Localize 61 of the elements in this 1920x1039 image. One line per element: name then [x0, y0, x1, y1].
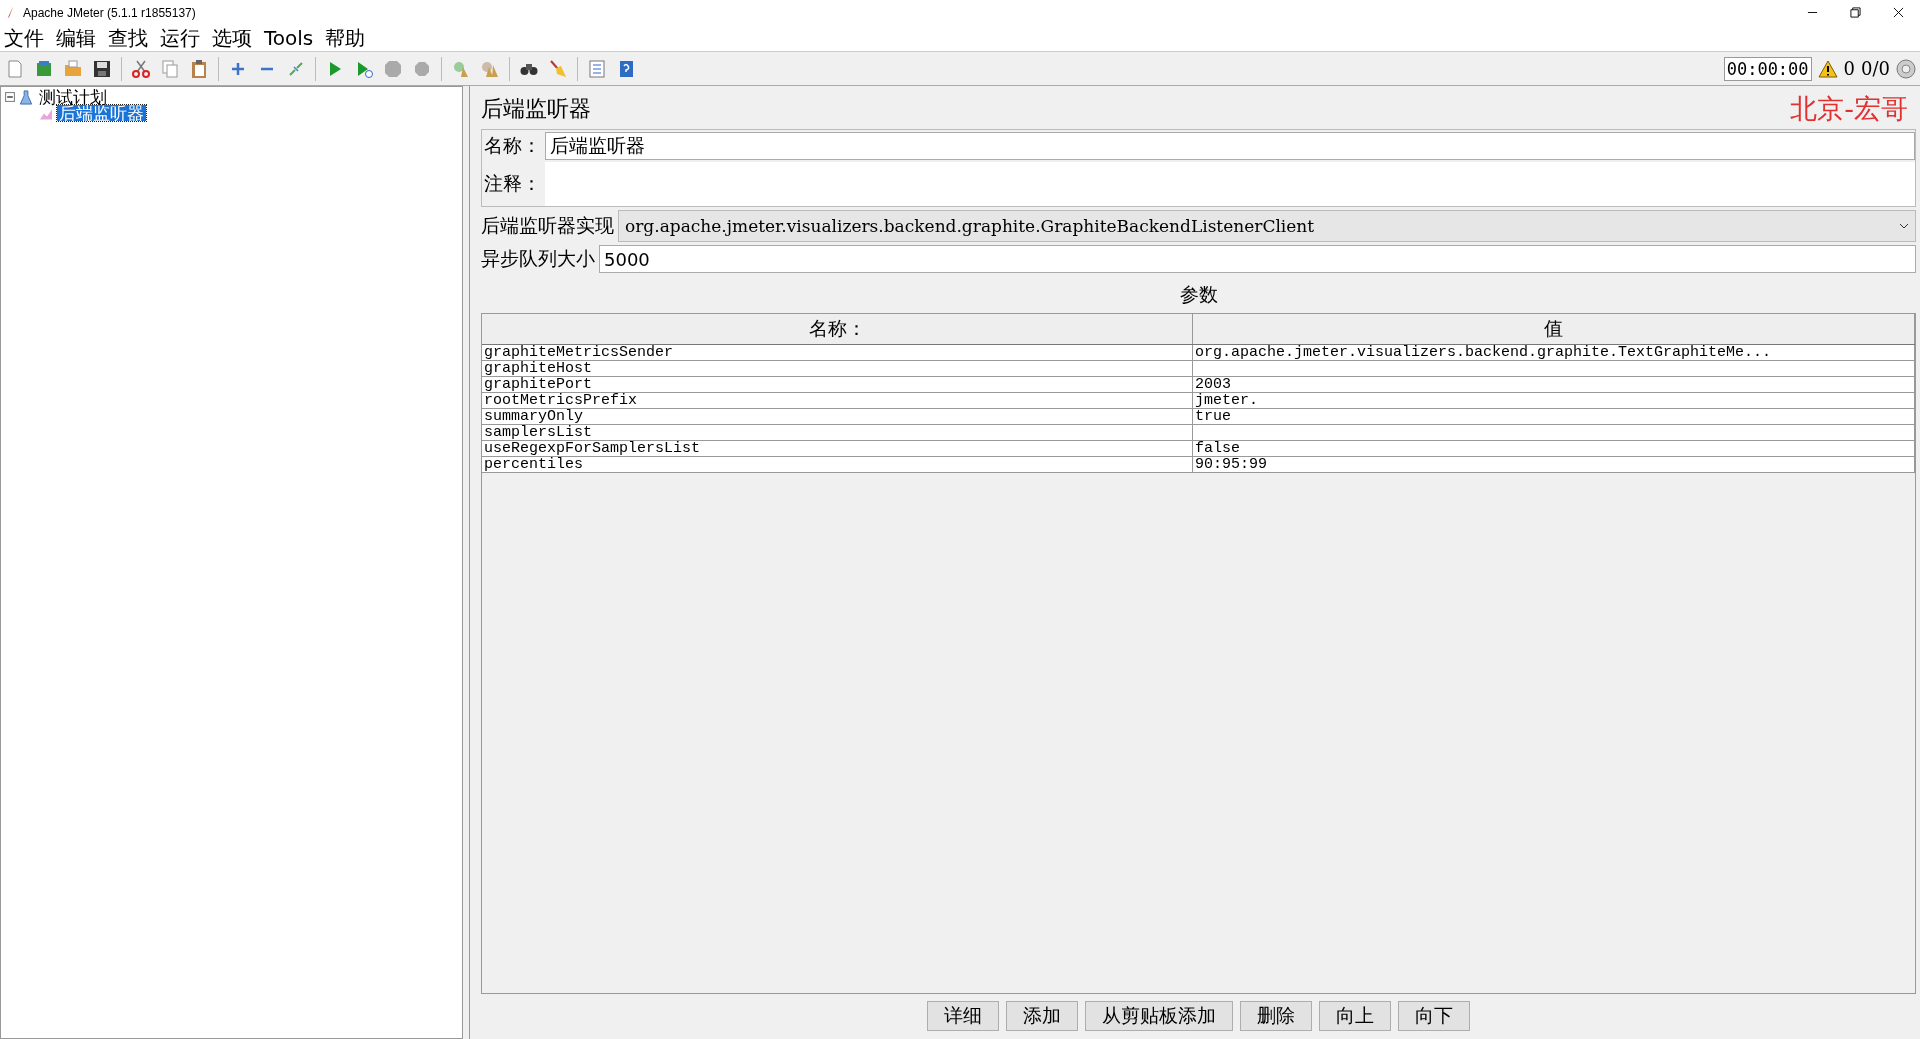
- list-icon[interactable]: [587, 58, 607, 79]
- table-cell: rootMetricsPrefix: [482, 393, 1193, 408]
- menu-item[interactable]: 运行: [160, 24, 200, 52]
- action-button[interactable]: 删除: [1240, 1001, 1312, 1031]
- table-cell: jmeter.: [1193, 393, 1915, 408]
- action-button[interactable]: 向上: [1319, 1001, 1391, 1031]
- restore-icon[interactable]: [1850, 7, 1861, 18]
- warning-icon[interactable]: [1817, 58, 1838, 79]
- menu-item[interactable]: Tools: [264, 26, 314, 50]
- table-cell: graphitePort: [482, 377, 1193, 392]
- tree-item[interactable]: 后端监听器: [57, 105, 146, 121]
- template-book-icon[interactable]: [34, 58, 54, 79]
- table-cell: useRegexpForSamplersList: [482, 441, 1193, 456]
- close-icon[interactable]: [1893, 7, 1904, 18]
- column-header[interactable]: 名称：: [482, 314, 1193, 344]
- timer-field: 00:00:00: [1723, 56, 1812, 81]
- table-cell: graphiteMetricsSender: [482, 345, 1193, 360]
- table-cell: samplersList: [482, 425, 1193, 440]
- comment-label: 注释：: [484, 171, 542, 196]
- table-cell: org.apache.jmeter.visualizers.backend.graphite.TextGraphiteMe...: [1193, 345, 1915, 360]
- table-cell: percentiles: [482, 457, 1193, 472]
- queue-size-field[interactable]: 5000: [599, 245, 1916, 273]
- menu-item[interactable]: 查找: [108, 24, 148, 52]
- tree-item[interactable]: 测试计划: [37, 89, 109, 105]
- flask-icon: [19, 89, 33, 105]
- action-button[interactable]: 向下: [1398, 1001, 1470, 1031]
- action-button[interactable]: 详细: [927, 1001, 999, 1031]
- status-circle-icon: [1896, 58, 1916, 79]
- table-cell: 2003: [1193, 377, 1915, 392]
- broom-icon[interactable]: [548, 58, 568, 79]
- paste-icon[interactable]: [189, 58, 209, 79]
- menu-item[interactable]: 文件: [4, 24, 44, 52]
- annotation-text: 北京-宏哥: [1790, 92, 1908, 126]
- implementation-dropdown[interactable]: org.apache.jmeter.visualizers.backend.graphite.GraphiteBackendListenerClient: [618, 210, 1916, 242]
- cut-icon[interactable]: [131, 58, 151, 79]
- action-button[interactable]: 从剪贴板添加: [1085, 1001, 1233, 1031]
- table-cell: summaryOnly: [482, 409, 1193, 424]
- chevron-down-icon[interactable]: [1899, 223, 1909, 229]
- table-cell: graphiteHost: [482, 361, 1193, 376]
- copy-icon[interactable]: [160, 58, 180, 79]
- name-field[interactable]: 后端监听器: [545, 132, 1915, 160]
- action-button[interactable]: 添加: [1006, 1001, 1078, 1031]
- table-cell: 90:95:99: [1193, 457, 1915, 472]
- menu-item[interactable]: 编辑: [56, 24, 96, 52]
- warning-count: 0: [1843, 58, 1856, 79]
- implementation-label: 后端监听器实现: [481, 213, 615, 238]
- save-icon[interactable]: [92, 58, 112, 79]
- thread-count: 0/0: [1861, 58, 1890, 79]
- table-cell: false: [1193, 441, 1915, 456]
- comment-field[interactable]: [545, 162, 1915, 206]
- queue-size-label: 异步队列大小: [481, 246, 596, 271]
- menu-item[interactable]: 帮助: [325, 24, 366, 52]
- panel-title: 后端监听器: [481, 95, 591, 123]
- table-cell: true: [1193, 409, 1915, 424]
- open-folder-icon[interactable]: [63, 58, 83, 79]
- name-label: 名称：: [484, 133, 542, 158]
- window-title: Apache JMeter (5.1.1 r1855137): [23, 5, 196, 20]
- parameters-title: 参数: [1178, 282, 1219, 307]
- menu-item[interactable]: 选项: [212, 24, 252, 52]
- column-header[interactable]: 值: [1193, 314, 1915, 344]
- expander-icon[interactable]: [5, 92, 15, 102]
